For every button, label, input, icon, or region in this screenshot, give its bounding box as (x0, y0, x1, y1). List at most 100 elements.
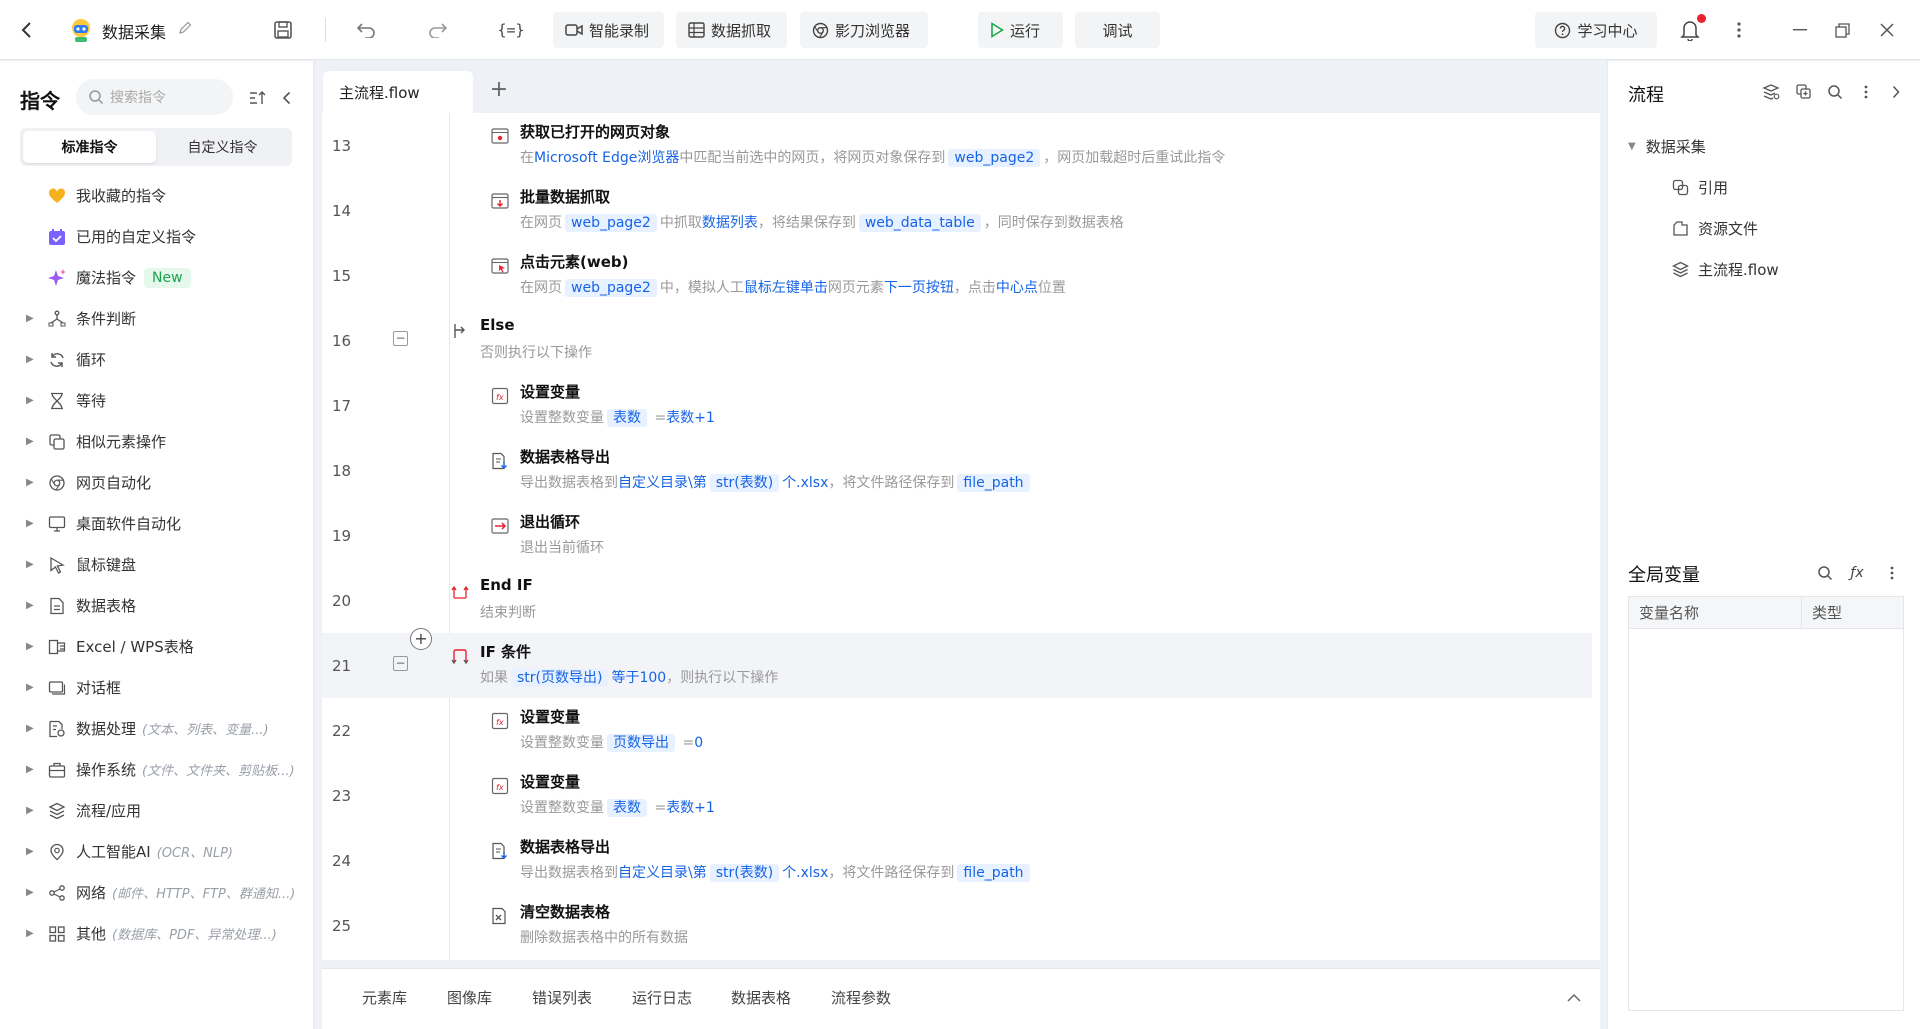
edit-pencil-icon[interactable] (176, 18, 194, 38)
step-keyword[interactable]: 表数+1 (666, 800, 715, 816)
tree-category[interactable]: ▶ 等待 (0, 380, 314, 421)
caret-right-icon[interactable]: ▶ (26, 887, 40, 898)
command-search-box[interactable] (76, 79, 233, 115)
tab-flow-params[interactable]: 流程参数 (831, 987, 891, 1008)
collapse-panel-icon[interactable] (276, 87, 296, 109)
tab-custom-commands[interactable]: 自定义指令 (156, 131, 289, 163)
tab-run-log[interactable]: 运行日志 (632, 987, 692, 1008)
tree-category[interactable]: ▶ 人工智能AI (OCR、NLP) (0, 831, 314, 872)
step-keyword[interactable]: 鼠标左键单击 (744, 280, 828, 296)
step-keyword[interactable]: 自定义目录\第 (618, 865, 707, 881)
caret-right-icon[interactable]: ▶ (26, 682, 40, 693)
add-tab-icon[interactable]: + (485, 77, 513, 105)
step-keyword[interactable]: 下一页按钮 (884, 280, 954, 296)
flow-tree-item-reference[interactable]: 引用 (1628, 167, 1908, 208)
caret-right-icon[interactable]: ▶ (26, 477, 40, 488)
tree-category[interactable]: ▶ 网络 (邮件、HTTP、FTP、群通知...) (0, 872, 314, 913)
caret-right-icon[interactable]: ▶ (26, 723, 40, 734)
flow-step-row[interactable]: 21 − IF 条件 如果 str(页数导出) 等于100，则执行以下操作 (322, 633, 1592, 698)
add-step-plus-icon[interactable]: + (410, 628, 432, 650)
learning-center-button[interactable]: 学习中心 (1535, 12, 1657, 48)
command-search-input[interactable] (110, 89, 220, 105)
flow-tree-item-resources[interactable]: 资源文件 (1628, 208, 1908, 249)
caret-right-icon[interactable]: ▶ (26, 354, 40, 365)
chevron-right-icon[interactable] (1885, 81, 1907, 103)
step-variable-chip[interactable]: web_page2 (565, 214, 657, 232)
step-keyword[interactable]: 自定义目录\第 (618, 475, 707, 491)
more-vertical-icon[interactable] (1855, 81, 1877, 103)
step-variable-chip[interactable]: file_path (957, 474, 1030, 492)
flow-step-row[interactable]: 18 数据表格导出 导出数据表格到自定义目录\第 str(表数) 个.xlsx，将文件路… (322, 438, 1592, 503)
tree-item-magic[interactable]: 魔法指令 New (0, 257, 314, 298)
flow-tree-root[interactable]: ▼ 数据采集 (1628, 126, 1908, 167)
step-variable-chip[interactable]: file_path (957, 864, 1030, 882)
step-keyword[interactable]: Microsoft Edge浏览器 (534, 150, 679, 166)
flow-step-row[interactable]: 22 fx 设置变量 设置整数变量 页数导出 =0 (322, 698, 1592, 763)
tree-category[interactable]: ▶ 相似元素操作 (0, 421, 314, 462)
flow-step-row[interactable]: 13 获取已打开的网页对象 在Microsoft Edge浏览器中匹配当前选中的网页… (322, 113, 1592, 178)
tree-category[interactable]: ▶ 数据处理 (文本、列表、变量...) (0, 708, 314, 749)
save-icon[interactable] (268, 16, 298, 44)
step-keyword[interactable]: 等于100 (611, 670, 666, 686)
redo-icon[interactable] (423, 16, 453, 44)
tree-category[interactable]: ▶ 操作系统 (文件、文件夹、剪贴板...) (0, 749, 314, 790)
sort-icon[interactable] (246, 87, 268, 109)
tab-standard-commands[interactable]: 标准指令 (23, 131, 156, 163)
tree-category[interactable]: ▶ Excel / WPS表格 (0, 626, 314, 667)
flow-step-row[interactable]: 24 数据表格导出 导出数据表格到自定义目录\第 str(表数) 个.xlsx，将文件路… (322, 828, 1592, 893)
flow-step-row[interactable]: 14 批量数据抓取 在网页 web_page2 中抓取数据列表，将结果保存到 web_da… (322, 178, 1592, 243)
step-keyword[interactable]: 表数+1 (666, 410, 715, 426)
caret-right-icon[interactable]: ▶ (26, 641, 40, 652)
tree-category[interactable]: ▶ 数据表格 (0, 585, 314, 626)
function-fx-icon[interactable]: ƒx (1846, 562, 1868, 584)
step-keyword[interactable]: 中心点 (996, 280, 1038, 296)
flow-step-row[interactable]: 25 清空数据表格 删除数据表格中的所有数据 (322, 893, 1592, 958)
restore-window-icon[interactable] (1828, 16, 1856, 44)
tree-item-used-custom[interactable]: 已用的自定义指令 (0, 216, 314, 257)
step-keyword[interactable]: 0 (694, 735, 703, 751)
step-variable-chip[interactable]: str(表数) (709, 474, 780, 492)
close-window-icon[interactable] (1873, 16, 1901, 44)
variable-braces-icon[interactable]: {=} (495, 16, 527, 44)
step-variable-chip[interactable]: web_page2 (948, 149, 1041, 167)
tree-category[interactable]: ▶ 对话框 (0, 667, 314, 708)
flow-step-row[interactable]: 15 点击元素(web) 在网页 web_page2 中，模拟人工鼠标左键单击网页元素下… (322, 243, 1592, 308)
caret-right-icon[interactable]: ▶ (26, 559, 40, 570)
fold-toggle-icon[interactable]: − (393, 331, 408, 346)
caret-right-icon[interactable]: ▶ (26, 518, 40, 529)
tab-error-list[interactable]: 错误列表 (532, 987, 592, 1008)
step-keyword[interactable]: 个.xlsx (782, 865, 828, 881)
tree-category[interactable]: ▶ 循环 (0, 339, 314, 380)
flow-step-row[interactable]: 16 − Else 否则执行以下操作 (322, 308, 1592, 373)
tree-category[interactable]: ▶ 网页自动化 (0, 462, 314, 503)
caret-right-icon[interactable]: ▶ (26, 928, 40, 939)
step-variable-chip[interactable]: str(表数) (709, 864, 780, 882)
search-icon[interactable] (1814, 562, 1836, 584)
step-keyword[interactable]: 数据列表 (702, 215, 758, 231)
step-keyword[interactable]: 个.xlsx (782, 475, 828, 491)
step-variable-chip[interactable]: 表数 (607, 799, 647, 817)
undo-icon[interactable] (351, 16, 381, 44)
step-variable-chip[interactable]: 表数 (607, 409, 647, 427)
tab-data-table[interactable]: 数据表格 (731, 987, 791, 1008)
more-vertical-icon[interactable] (1881, 562, 1903, 584)
step-variable-chip[interactable]: str(页数导出) (511, 669, 609, 687)
browser-button[interactable]: 影刀浏览器 (800, 12, 928, 48)
tree-category[interactable]: ▶ 桌面软件自动化 (0, 503, 314, 544)
caret-right-icon[interactable]: ▶ (26, 313, 40, 324)
chevron-up-icon[interactable] (1562, 985, 1586, 1009)
tab-main-flow[interactable]: 主流程.flow (323, 71, 473, 113)
tree-item-favorites[interactable]: 我收藏的指令 (0, 175, 314, 216)
fold-toggle-icon[interactable]: − (393, 656, 408, 671)
tree-category[interactable]: ▶ 鼠标键盘 (0, 544, 314, 585)
tree-category[interactable]: ▶ 流程/应用 (0, 790, 314, 831)
more-vertical-icon[interactable] (1725, 16, 1753, 44)
step-variable-chip[interactable]: web_page2 (565, 279, 657, 297)
minimize-icon[interactable] (1786, 16, 1814, 44)
caret-right-icon[interactable]: ▶ (26, 600, 40, 611)
flow-step-row[interactable]: 23 fx 设置变量 设置整数变量 表数 =表数+1 (322, 763, 1592, 828)
flow-tree-item-main-flow[interactable]: 主流程.flow (1628, 249, 1908, 290)
caret-right-icon[interactable]: ▶ (26, 805, 40, 816)
smart-record-button[interactable]: 智能录制 (553, 12, 664, 48)
flow-step-row[interactable]: 17 fx 设置变量 设置整数变量 表数 =表数+1 (322, 373, 1592, 438)
